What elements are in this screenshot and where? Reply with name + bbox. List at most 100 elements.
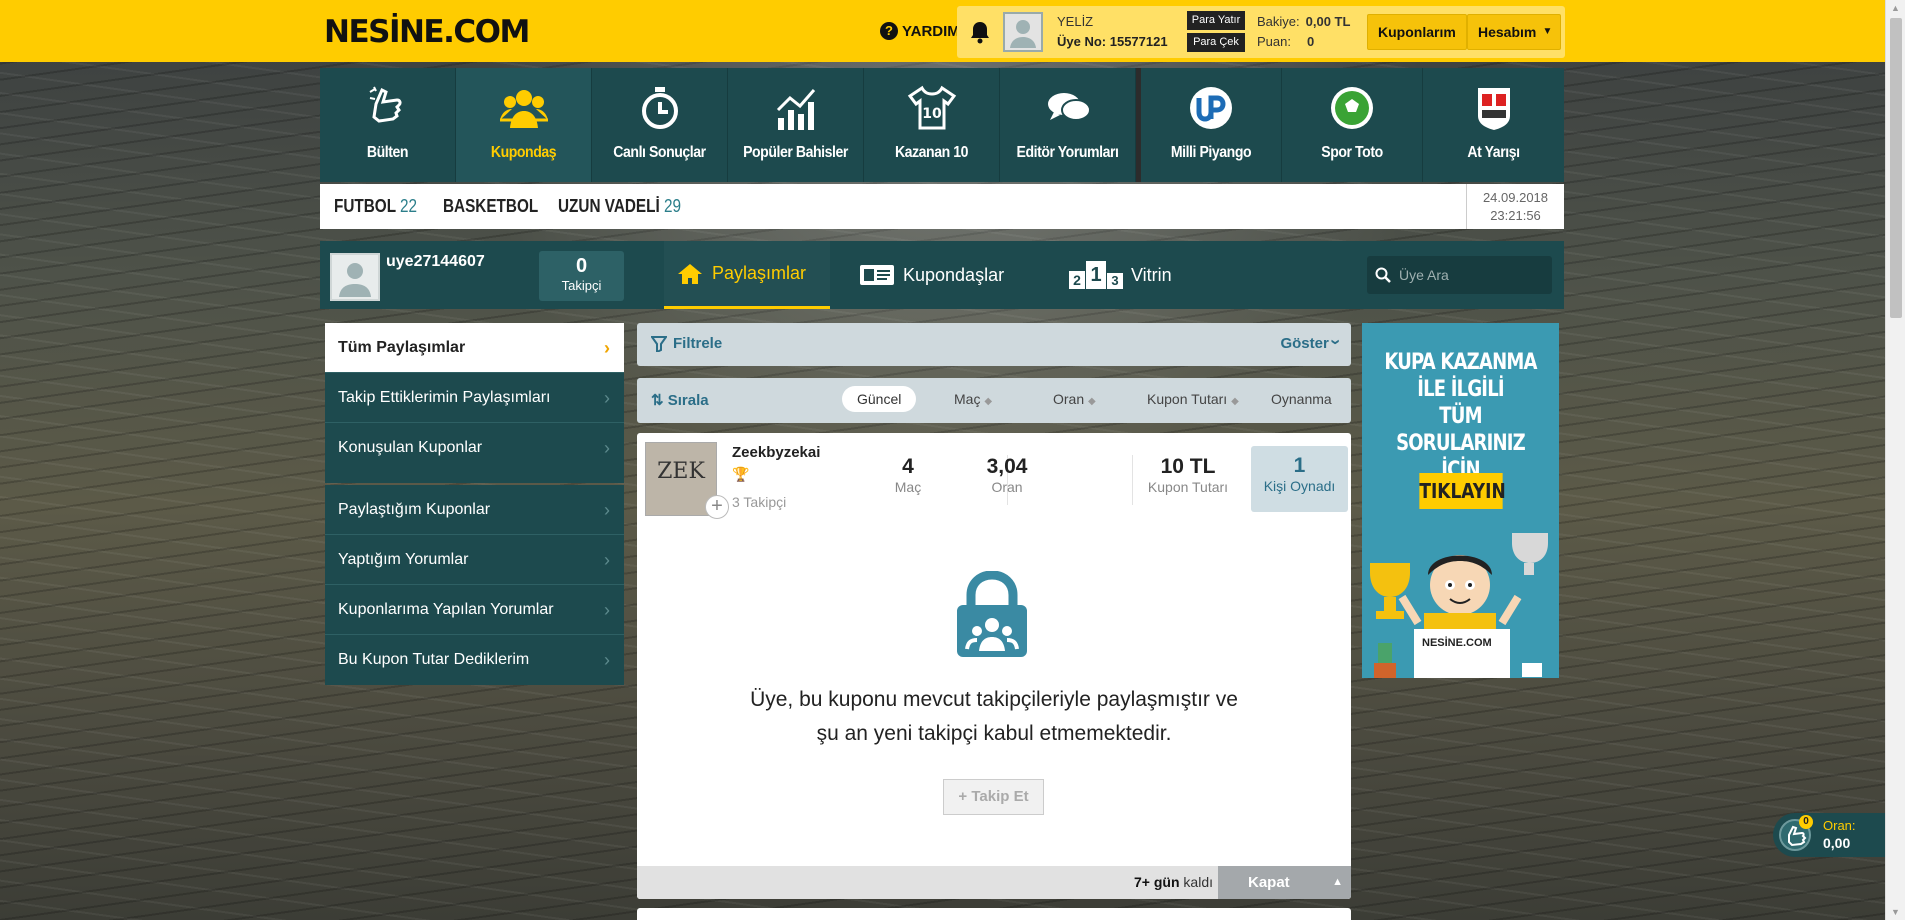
user-name: YELİZ <box>1057 14 1094 29</box>
nav-at-yarisi[interactable]: At Yarışı <box>1423 68 1564 182</box>
side-item-kuponlarima-yorumlar[interactable]: Kuponlarıma Yapılan Yorumlar › <box>325 585 624 635</box>
followers-box[interactable]: 0 Takipçi <box>539 251 624 301</box>
show-label: Göster <box>1280 335 1329 352</box>
search-input[interactable]: Üye Ara <box>1399 267 1449 283</box>
stat-value: 10 TL <box>1160 455 1216 478</box>
sports-bar: FUTBOL 22 BASKETBOL UZUN VADELİ 29 24.09… <box>320 184 1564 229</box>
chevron-right-icon: › <box>604 438 610 458</box>
sport-basketbol[interactable]: BASKETBOL <box>443 196 538 217</box>
sort-option-oynanma[interactable]: Oynanma <box>1271 391 1332 407</box>
chevron-down-icon: › <box>1326 339 1346 345</box>
withdraw-button[interactable]: Para Çek <box>1187 33 1245 52</box>
id-card-icon <box>860 265 894 285</box>
tab-label: Paylaşımlar <box>712 263 807 283</box>
followers-label: Takipçi <box>561 278 602 293</box>
ball-icon <box>1331 87 1373 129</box>
ad-banner[interactable]: KUPA KAZANMA İLE İLGİLİ TÜM SORULARINIZ … <box>1362 323 1559 678</box>
balance: Bakiye: 0,00 TL <box>1257 14 1350 29</box>
side-menu-primary: Tüm Paylaşımlar › Takip Ettiklerimin Payl… <box>325 323 624 483</box>
account-label: Hesabım <box>1478 24 1537 40</box>
filter-toggle[interactable]: Filtrele <box>651 335 722 352</box>
bell-icon[interactable] <box>969 20 991 44</box>
side-item-yaptigim-yorumlar[interactable]: Yaptığım Yorumlar › <box>325 535 624 585</box>
home-icon <box>678 263 702 284</box>
sport-uzun-vadeli[interactable]: UZUN VADELİ 29 <box>558 196 681 217</box>
nav-canli-sonuclar[interactable]: Canlı Sonuçlar <box>592 68 728 182</box>
account-button[interactable]: Hesabım ▼ <box>1467 14 1562 50</box>
ad-click-button[interactable]: TIKLAYIN <box>1419 473 1506 509</box>
chevron-right-icon: › <box>604 338 610 358</box>
sort-option-mac[interactable]: Maç ◆ <box>954 391 992 407</box>
stat-amount: 10 TL Kupon Tutarı <box>1133 455 1243 495</box>
nav-label: Canlı Sonuçlar <box>613 144 706 161</box>
nav-milli-piyango[interactable]: Milli Piyango <box>1141 68 1282 182</box>
side-item-konusulan[interactable]: Konuşulan Kuponlar › <box>325 423 624 473</box>
help-label: YARDIM <box>902 22 960 40</box>
mp-logo-icon <box>1190 87 1232 129</box>
my-coupons-button[interactable]: Kuponlarım <box>1367 14 1467 50</box>
side-item-takip-ettiklerimin[interactable]: Takip Ettiklerimin Paylaşımları › <box>325 373 624 423</box>
sort-option-oran[interactable]: Oran ◆ <box>1053 391 1096 407</box>
side-menu-secondary: Paylaştığım Kuponlar › Yaptığım Yorumlar ›… <box>325 485 624 685</box>
close-button[interactable]: Kapat ▲ <box>1218 866 1351 899</box>
user-avatar[interactable] <box>1003 12 1043 52</box>
nav-bulten[interactable]: Bülten <box>320 68 456 182</box>
side-item-kupon-tutar[interactable]: Bu Kupon Tutar Dediklerim › <box>325 635 624 685</box>
sort-option-kupon-tutari[interactable]: Kupon Tutarı ◆ <box>1147 391 1239 407</box>
nav-kupondas[interactable]: Kupondaş <box>456 68 592 182</box>
deposit-button[interactable]: Para Yatır <box>1187 11 1245 30</box>
side-item-label: Takip Ettiklerimin Paylaşımları <box>338 389 551 406</box>
follow-button[interactable]: + Takip Et <box>943 779 1044 815</box>
page-scrollbar[interactable]: ▲ ▼ <box>1885 0 1905 920</box>
tab-vitrin[interactable]: 2 1 3 Vitrin <box>1057 241 1184 309</box>
side-item-label: Bu Kupon Tutar Dediklerim <box>338 651 530 668</box>
coupon-count-badge: 0 <box>1799 815 1813 829</box>
sort-icon: ⇅ <box>651 392 664 409</box>
side-item-paylastigim[interactable]: Paylaştığım Kuponlar › <box>325 485 624 535</box>
sort-arrows-icon: ◆ <box>1231 396 1239 407</box>
ad-logo: NESİNE.COM <box>1418 635 1496 651</box>
site-logo[interactable]: NESİNE.COM <box>324 14 530 50</box>
nav-kazanan-10[interactable]: 10 Kazanan 10 <box>864 68 1000 182</box>
tab-kupondaslar[interactable]: Kupondaşlar <box>847 241 1016 309</box>
filter-bar[interactable]: Filtrele Göster › <box>637 323 1351 366</box>
stat-label: Kupon Tutarı <box>1147 479 1229 495</box>
sort-arrows-icon: ◆ <box>984 396 993 407</box>
stopwatch-icon <box>641 87 678 129</box>
nav-label: Milli Piyango <box>1170 144 1252 161</box>
scroll-up-icon[interactable]: ▲ <box>1886 0 1905 16</box>
side-item-label: Konuşulan Kuponlar <box>338 439 483 456</box>
side-item-label: Tüm Paylaşımlar <box>338 339 466 356</box>
stat-odds: 3,04 Oran <box>952 455 1062 495</box>
points-label: Puan: <box>1257 34 1291 49</box>
help-link[interactable]: ? YARDIM <box>880 22 960 40</box>
sport-futbol[interactable]: FUTBOL 22 <box>334 196 417 217</box>
member-search[interactable]: Üye Ara <box>1367 256 1552 294</box>
svg-text:10: 10 <box>922 106 942 122</box>
profile-avatar <box>330 253 380 301</box>
sport-count: 29 <box>663 196 682 216</box>
show-toggle[interactable]: Göster › <box>1280 335 1346 352</box>
card-footer: 7+ gün kaldı Kapat ▲ <box>637 866 1351 899</box>
nav-spor-toto[interactable]: Spor Toto <box>1282 68 1423 182</box>
current-date: 24.09.2018 <box>1482 190 1549 205</box>
sort-option-guncel[interactable]: Güncel <box>842 386 917 412</box>
card-username[interactable]: Zeekbyzekai <box>732 444 820 461</box>
nav-populer-bahisler[interactable]: Popüler Bahisler <box>728 68 864 182</box>
coupon-basket[interactable]: 0 Oran: 0,00 <box>1773 813 1885 857</box>
nav-editor-yorumlari[interactable]: Editör Yorumları <box>1000 68 1136 182</box>
side-item-tum-paylasimlar[interactable]: Tüm Paylaşımlar › <box>325 323 624 373</box>
played-label: Kişi Oynadı <box>1263 478 1336 494</box>
add-follow-icon[interactable]: + <box>705 495 729 519</box>
tab-paylasimlar[interactable]: Paylaşımlar <box>664 241 830 309</box>
stat-value: 3,04 <box>986 455 1028 478</box>
played-count[interactable]: 1 Kişi Oynadı <box>1251 446 1348 512</box>
scroll-down-icon[interactable]: ▼ <box>1886 904 1905 920</box>
side-item-label: Yaptığım Yorumlar <box>338 551 469 568</box>
coupon-odds-label: Oran: <box>1823 818 1856 833</box>
scroll-thumb[interactable] <box>1890 18 1902 318</box>
message-line: şu an yeni takipçi kabul etmemektedir. <box>816 722 1172 745</box>
current-time: 23:21:56 <box>1490 208 1541 223</box>
stat-label: Oran <box>991 479 1023 495</box>
stat-label: Maç <box>894 479 922 495</box>
